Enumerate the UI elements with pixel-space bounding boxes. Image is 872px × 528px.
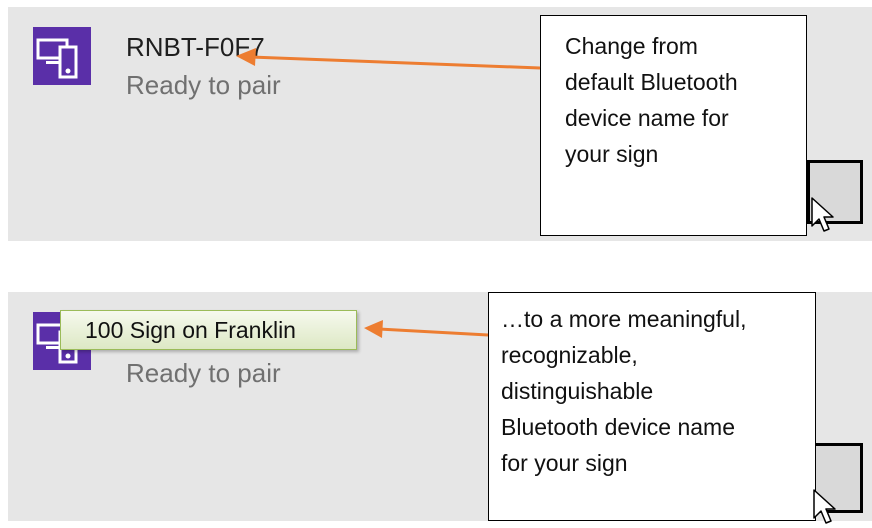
callout-line: device name for (565, 105, 729, 131)
renamed-device-label: 100 Sign on Franklin (60, 310, 357, 350)
mouse-pointer-icon (813, 489, 836, 524)
device-status: Ready to pair (126, 358, 281, 388)
callout-line: recognizable, (501, 342, 638, 368)
callout-line: …to a more meaningful, (501, 306, 747, 332)
callout-box: Change from default Bluetooth device nam… (540, 15, 807, 236)
callout-line: your sign (565, 141, 659, 167)
device-status: Ready to pair (126, 70, 281, 100)
callout-line: distinguishable (501, 378, 654, 404)
mouse-pointer-icon (811, 197, 834, 232)
callout-line: Bluetooth device name (501, 414, 735, 440)
callout-line: default Bluetooth (565, 69, 738, 95)
device-name: RNBT-F0F7 (126, 32, 265, 62)
callout-box: …to a more meaningful, recognizable, dis… (488, 292, 816, 521)
callout-line: Change from (565, 33, 698, 59)
devices-icon (33, 27, 91, 85)
callout-line: for your sign (501, 450, 628, 476)
